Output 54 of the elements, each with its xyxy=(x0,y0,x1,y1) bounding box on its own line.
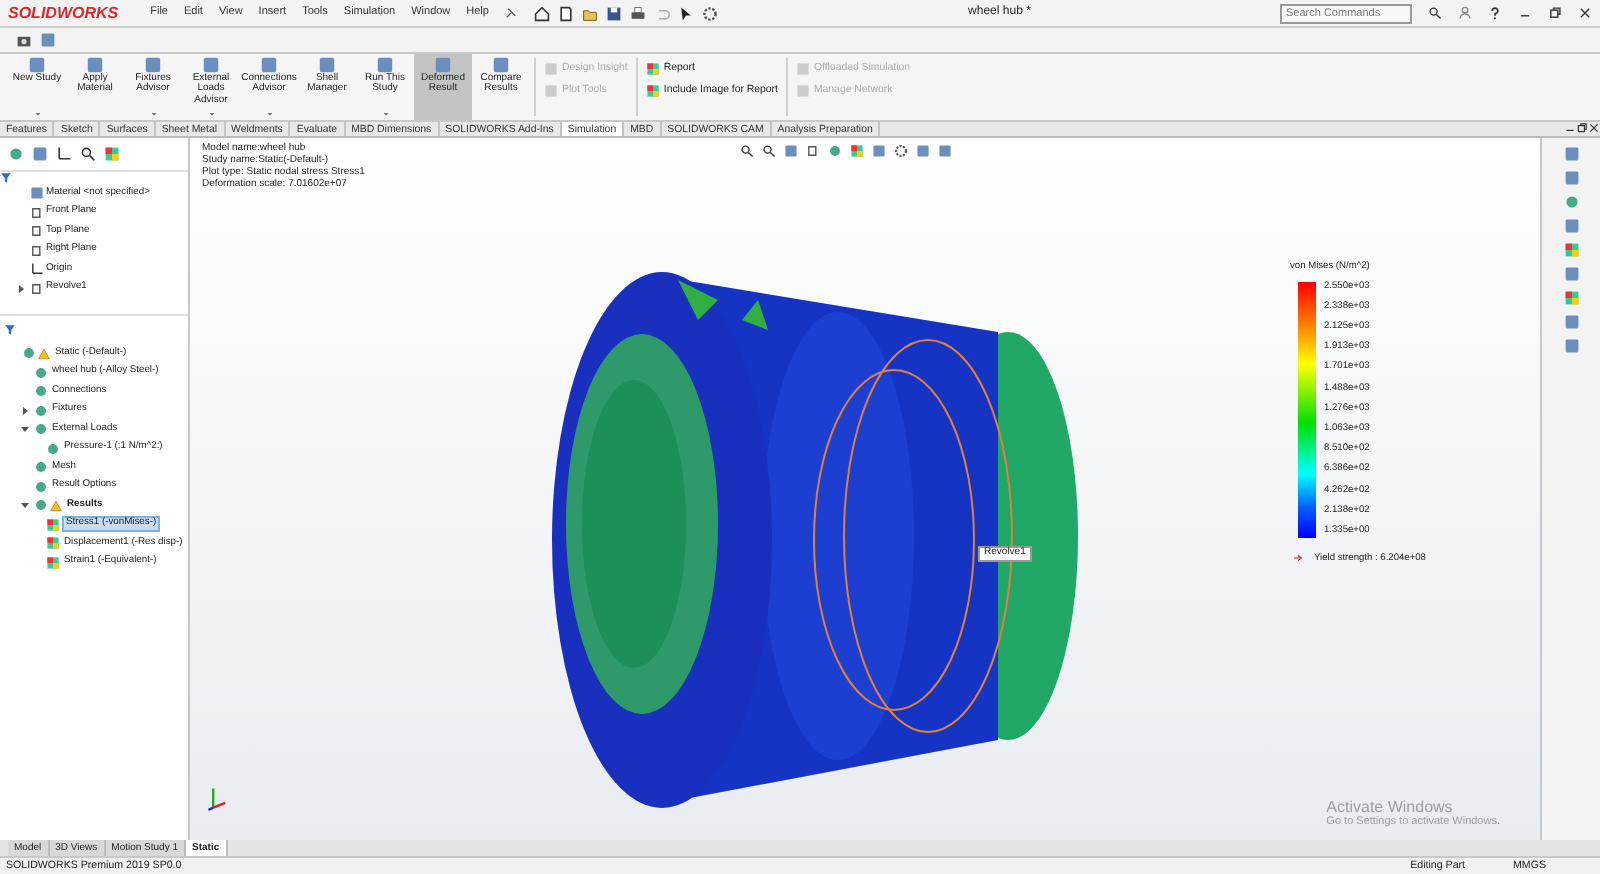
help-icon[interactable] xyxy=(1488,6,1502,20)
material-icon xyxy=(29,186,43,201)
restore-icon[interactable] xyxy=(1576,122,1588,134)
task-pane-icon[interactable] xyxy=(1563,290,1579,306)
app-logo: SOLIDWORKS xyxy=(8,3,119,23)
tree-node-icon xyxy=(33,479,47,494)
expand-arrow-icon[interactable] xyxy=(20,424,30,435)
tool-icon xyxy=(86,56,104,74)
tree-node-icon xyxy=(33,498,47,513)
task-pane-icon[interactable] xyxy=(1563,266,1579,282)
tree-node-icon xyxy=(33,460,47,475)
filter-icon[interactable] xyxy=(4,324,16,336)
folder-icon[interactable] xyxy=(582,5,599,21)
tool-icon xyxy=(434,56,452,74)
panel-tab-icon[interactable] xyxy=(56,146,72,162)
printer-icon[interactable] xyxy=(630,5,647,21)
arrow-icon xyxy=(1290,554,1306,563)
tool-icon xyxy=(28,56,46,74)
tree-node-icon xyxy=(21,346,35,361)
tool-icon xyxy=(144,56,162,74)
close-icon[interactable] xyxy=(1578,6,1592,20)
user-icon[interactable] xyxy=(1458,6,1472,20)
os-activation-title: Activate Windows xyxy=(1326,797,1455,816)
view-toolbar-icon[interactable] xyxy=(740,144,754,158)
plane-icon xyxy=(29,281,43,296)
close-icon[interactable] xyxy=(1588,122,1600,134)
tree-node-icon xyxy=(33,422,47,437)
expand-arrow-icon[interactable] xyxy=(20,405,30,416)
origin-icon xyxy=(29,262,43,277)
panel-tab-icon[interactable] xyxy=(80,146,96,162)
tool-icon xyxy=(202,56,220,74)
tool-icon xyxy=(318,56,336,74)
tree-node-icon xyxy=(33,384,47,399)
view-toolbar-icon[interactable] xyxy=(762,144,776,158)
camera-icon[interactable] xyxy=(16,32,32,48)
expand-arrow-icon[interactable] xyxy=(20,500,30,511)
tool-icon xyxy=(492,56,510,74)
tool-icon xyxy=(260,56,278,74)
home-icon[interactable] xyxy=(534,5,551,21)
restore-icon[interactable] xyxy=(1548,6,1562,20)
filter-icon[interactable] xyxy=(0,172,12,184)
cursor-icon[interactable] xyxy=(678,5,695,21)
toolbar-icon[interactable] xyxy=(40,32,56,48)
search-icon[interactable] xyxy=(1428,6,1442,20)
pin-icon[interactable] xyxy=(504,6,519,20)
document-icon[interactable] xyxy=(558,5,575,21)
tree-node-icon xyxy=(45,441,59,456)
tree-node-icon xyxy=(33,365,47,380)
expand-arrow-icon[interactable] xyxy=(16,283,26,294)
tree-node-icon xyxy=(33,403,47,418)
tool-icon xyxy=(376,56,394,74)
axis-triad-icon xyxy=(206,784,230,812)
save-icon[interactable] xyxy=(606,5,623,21)
task-pane-icon[interactable] xyxy=(1563,242,1579,258)
